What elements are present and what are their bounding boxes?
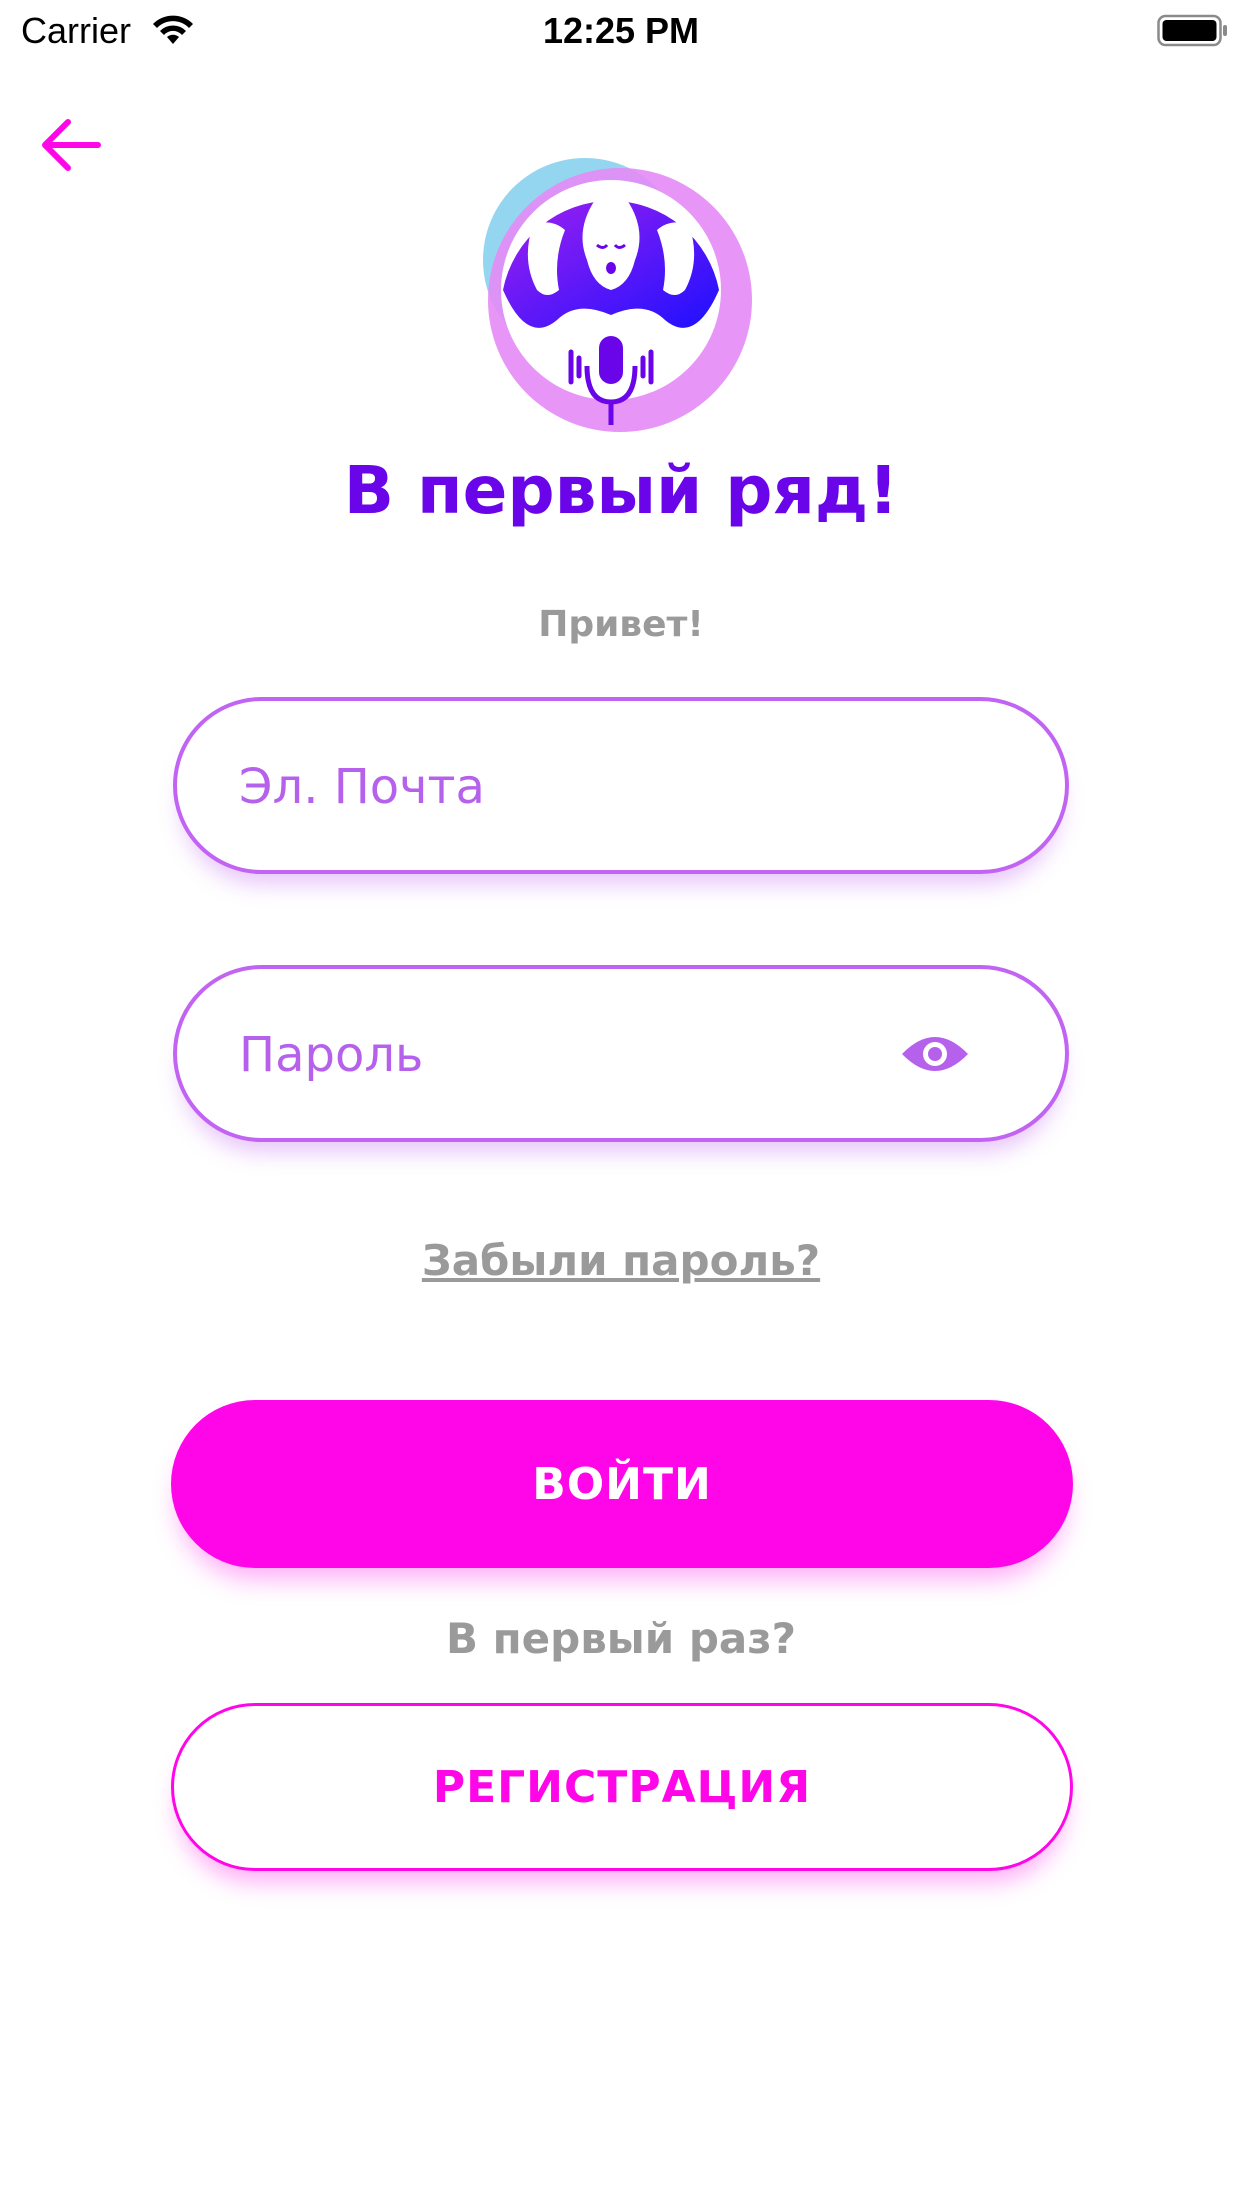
app-title: В первый ряд! xyxy=(343,452,899,529)
first-time-text: В первый раз? xyxy=(446,1614,796,1663)
arrow-left-icon xyxy=(42,119,101,171)
email-field[interactable] xyxy=(173,697,1069,874)
eye-icon[interactable] xyxy=(900,1032,970,1076)
password-input[interactable] xyxy=(237,969,941,1140)
register-button[interactable]: РЕГИСТРАЦИЯ xyxy=(171,1703,1073,1871)
back-button[interactable] xyxy=(36,110,116,180)
app-logo xyxy=(483,158,752,432)
clock: 12:25 PM xyxy=(542,10,700,51)
login-button[interactable]: ВОЙТИ xyxy=(171,1400,1073,1568)
greeting-text: Привет! xyxy=(538,604,704,645)
forgot-password-link[interactable]: Забыли пароль? xyxy=(0,1236,1242,1285)
status-bar: Carrier 12:25 PM xyxy=(0,0,1242,62)
password-field[interactable] xyxy=(173,965,1069,1142)
login-button-label: ВОЙТИ xyxy=(532,1458,712,1510)
email-input[interactable] xyxy=(237,701,941,872)
battery-icon xyxy=(1157,14,1227,47)
register-button-label: РЕГИСТРАЦИЯ xyxy=(432,1761,812,1813)
